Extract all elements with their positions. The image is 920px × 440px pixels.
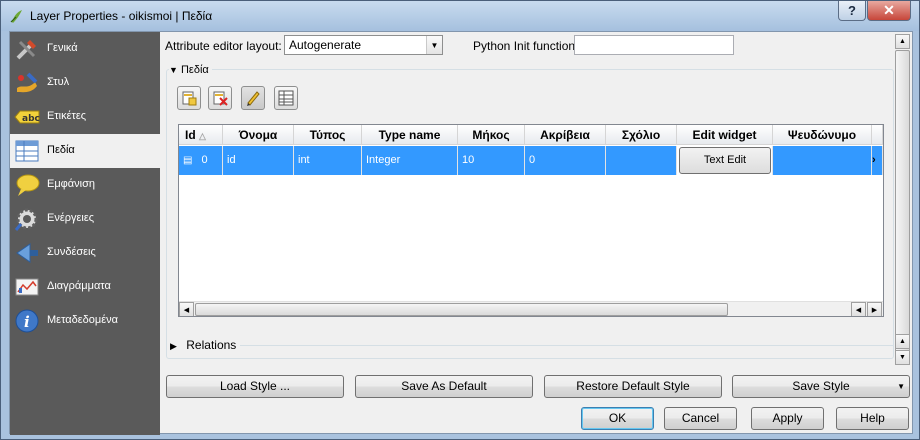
layer-properties-window: Layer Properties - oikismoi | Πεδία ? ✕ … (0, 0, 920, 440)
sidebar-item-label: Διαγράμματα (47, 280, 111, 292)
joins-icon (14, 240, 40, 266)
title-bar[interactable]: Layer Properties - oikismoi | Πεδία ? ✕ (1, 1, 919, 31)
fields-table[interactable]: Id △ Όνομα Τύπος Type name Μήκος Ακρίβει… (178, 124, 884, 317)
context-help-button[interactable]: ? (838, 1, 866, 21)
fields-groupbox-title: Πεδία (180, 64, 209, 76)
sidebar-item-label: Ενέργειες (47, 212, 95, 224)
attribute-editor-layout-label: Attribute editor layout: (165, 39, 282, 53)
dialog-content: Γενικά Στυλ abc Ετικέτες Πεδία Εμφάνιση … (9, 31, 913, 435)
attribute-editor-layout-value: Autogenerate (289, 38, 362, 52)
relations-divider (240, 345, 894, 346)
cell-alias[interactable] (773, 146, 872, 175)
sidebar-item-label: Ετικέτες (47, 110, 87, 122)
python-init-function-label: Python Init function (473, 39, 576, 53)
sidebar-item-label: Συνδέσεις (47, 246, 96, 258)
relations-groupbox-header[interactable]: ▶ Relations (170, 338, 241, 352)
delete-field-button[interactable] (208, 86, 232, 110)
column-header-comment[interactable]: Σχόλιο (606, 125, 677, 145)
cancel-button[interactable]: Cancel (664, 407, 737, 430)
load-style-button[interactable]: Load Style ... (166, 375, 344, 398)
column-header-id[interactable]: Id △ (179, 125, 223, 145)
close-window-button[interactable]: ✕ (867, 1, 911, 21)
sidebar: Γενικά Στυλ abc Ετικέτες Πεδία Εμφάνιση … (10, 32, 160, 435)
chevron-down-icon: ▼ (426, 36, 442, 54)
column-header-length[interactable]: Μήκος (458, 125, 525, 145)
svg-text:i: i (24, 313, 30, 331)
sidebar-item-general[interactable]: Γενικά (10, 32, 160, 66)
save-style-button[interactable]: Save Style ▼ (732, 375, 910, 398)
cell-length[interactable]: 10 (458, 146, 525, 175)
sidebar-item-label: Εμφάνιση (47, 178, 96, 190)
row-handle-icon: ▤ (183, 155, 193, 166)
fields-table-icon (14, 138, 40, 164)
sidebar-item-label: Μεταδεδομένα (47, 314, 118, 326)
sidebar-item-style[interactable]: Στυλ (10, 66, 160, 100)
column-header-type-name[interactable]: Type name (362, 125, 458, 145)
toggle-edit-mode-button[interactable] (241, 86, 265, 110)
general-tools-icon (14, 36, 40, 62)
sidebar-item-diagrams[interactable]: Διαγράμματα (10, 270, 160, 304)
sidebar-item-label: Στυλ (47, 76, 70, 88)
column-header-type[interactable]: Τύπος (294, 125, 362, 145)
qgis-logo-icon (9, 8, 25, 24)
column-header-alias[interactable]: Ψευδώνυμο (773, 125, 872, 145)
sidebar-item-labels[interactable]: abc Ετικέτες (10, 100, 160, 134)
cell-name[interactable]: id (223, 146, 294, 175)
cell-id: 0 (201, 154, 208, 166)
fields-groupbox-header[interactable]: ▼ Πεδία (169, 64, 212, 76)
dropdown-arrow-icon: ▼ (897, 382, 905, 391)
expand-arrow-icon: ▶ (170, 341, 177, 351)
metadata-info-icon: i (14, 308, 40, 334)
sidebar-item-label: Γενικά (47, 42, 78, 54)
scroll-right-icon[interactable]: ▶ (867, 302, 882, 316)
restore-default-style-button[interactable]: Restore Default Style (544, 375, 722, 398)
relations-groupbox-title: Relations (186, 338, 237, 352)
sidebar-item-label: Πεδία (47, 144, 75, 156)
column-header-name[interactable]: Όνομα (223, 125, 294, 145)
column-header-overflow (872, 125, 883, 145)
sidebar-item-fields[interactable]: Πεδία (10, 134, 160, 168)
edit-widget-button[interactable]: Text Edit (679, 147, 771, 174)
main-vertical-scrollbar[interactable]: ▲ ▲ ▼ (894, 32, 911, 370)
sidebar-item-actions[interactable]: Ενέργειες (10, 202, 160, 236)
column-header-edit-widget[interactable]: Edit widget (677, 125, 773, 145)
actions-gear-icon (14, 206, 40, 232)
sidebar-item-metadata[interactable]: i Μεταδεδομένα (10, 304, 160, 338)
sort-ascending-icon: △ (199, 131, 206, 141)
table-horizontal-scrollbar[interactable]: ◀ ◀ ▶ (179, 301, 883, 316)
apply-button[interactable]: Apply (751, 407, 824, 430)
svg-text:abc: abc (22, 114, 40, 124)
cell-edit-widget: Text Edit (677, 146, 773, 175)
labels-abc-icon: abc (14, 104, 40, 130)
scroll-left-icon[interactable]: ◀ (179, 302, 194, 316)
ok-button[interactable]: OK (581, 407, 654, 430)
scroll-down-icon[interactable]: ▼ (895, 350, 910, 365)
cell-type-name[interactable]: Integer (362, 146, 458, 175)
new-field-button[interactable] (177, 86, 201, 110)
sidebar-splitter[interactable] (161, 32, 165, 435)
scroll-up-icon[interactable]: ▲ (895, 334, 910, 349)
collapse-arrow-icon: ▼ (169, 65, 178, 75)
sidebar-item-joins[interactable]: Συνδέσεις (10, 236, 160, 270)
scroll-left-icon[interactable]: ◀ (851, 302, 866, 316)
display-speech-icon (14, 172, 40, 198)
horizontal-scroll-thumb[interactable] (195, 303, 728, 316)
diagrams-icon (14, 274, 40, 300)
table-row[interactable]: ▤ 0 (179, 146, 223, 175)
cell-precision[interactable]: 0 (525, 146, 606, 175)
column-header-precision[interactable]: Ακρίβεια (525, 125, 606, 145)
cell-comment[interactable] (606, 146, 677, 175)
vertical-scroll-thumb[interactable] (895, 50, 910, 362)
sidebar-item-display[interactable]: Εμφάνιση (10, 168, 160, 202)
save-as-default-button[interactable]: Save As Default (355, 375, 533, 398)
help-button[interactable]: Help (836, 407, 909, 430)
field-calculator-button[interactable] (274, 86, 298, 110)
style-brush-icon (14, 70, 40, 96)
scroll-up-icon[interactable]: ▲ (895, 34, 910, 49)
python-init-function-input[interactable] (574, 35, 734, 55)
attribute-editor-layout-select[interactable]: Autogenerate ▼ (284, 35, 443, 55)
window-title: Layer Properties - oikismoi | Πεδία (30, 9, 213, 23)
cell-type[interactable]: int (294, 146, 362, 175)
cell-overflow: › (872, 146, 883, 175)
